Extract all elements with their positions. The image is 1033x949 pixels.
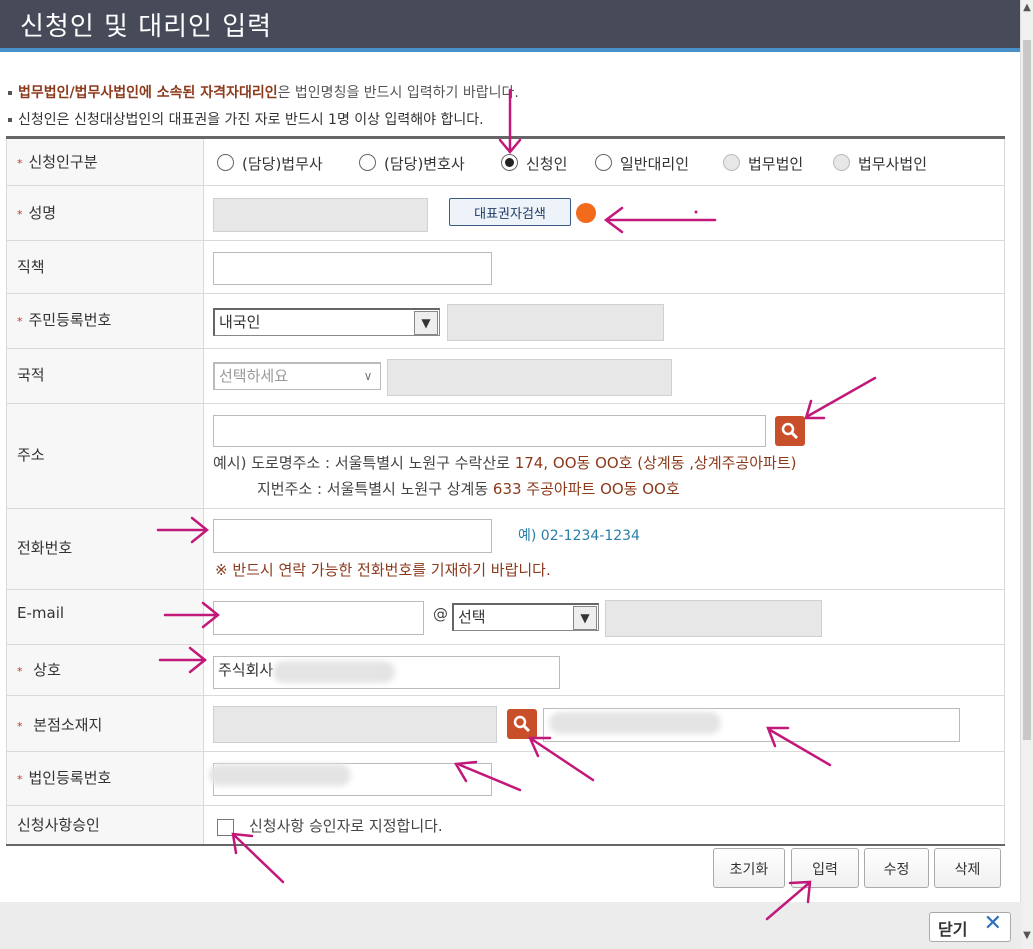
nationality-input [387, 359, 672, 396]
label-email: E-mail [6, 590, 204, 644]
label-position: 직책 [6, 241, 204, 293]
scrollbar-thumb[interactable] [1023, 40, 1031, 740]
row-company: * 상호 주식회사 [6, 645, 1005, 696]
label-corp-reg-no: * 법인등록번호 [6, 752, 204, 805]
address-example-lot: 지번주소 : 서울특별시 노원구 상계동 633 주공아파트 OO동 OO호 [257, 480, 680, 498]
email-domain-input[interactable] [605, 600, 822, 637]
email-local-input[interactable] [213, 601, 424, 635]
edit-button[interactable]: 수정 [864, 848, 929, 888]
submit-button[interactable]: 입력 [791, 848, 859, 888]
row-resident-no: * 주민등록번호 내국인 ▼ [6, 294, 1005, 349]
radio-general-agent[interactable]: 일반대리인 [595, 153, 689, 174]
window-title: 신청인 및 대리인 입력 [20, 12, 273, 42]
phone-input[interactable] [213, 519, 492, 553]
row-address: 주소 예시) 도로명주소 : 서울특별시 노원구 수락산로 174, OO동 O… [6, 404, 1005, 509]
row-corp-reg-no: * 법인등록번호 [6, 752, 1005, 806]
email-domain-select[interactable]: 선택 ▼ [452, 603, 599, 631]
label-phone: 전화번호 [6, 509, 204, 589]
status-dot-icon [576, 203, 596, 223]
scroll-down-icon[interactable]: ▼ [1021, 930, 1033, 941]
radio-circle-icon [217, 154, 234, 171]
label-applicant-type: * 신청인구분 [6, 139, 204, 185]
row-name: * 성명 대표권자검색 [6, 186, 1005, 241]
row-position: 직책 [6, 241, 1005, 294]
radio-law-firm: 법무법인 [723, 153, 803, 174]
representative-search-button[interactable]: 대표권자검색 [449, 198, 571, 226]
search-icon [781, 422, 799, 440]
row-email: E-mail @ 선택 ▼ [6, 590, 1005, 645]
nationality-select: 선택하세요 ∨ [213, 362, 381, 390]
radio-applicant[interactable]: 신청인 [501, 153, 567, 174]
chevron-down-icon: ▼ [414, 311, 438, 335]
chevron-down-icon: ∨ [357, 365, 379, 387]
row-headoffice: * 본점소재지 [6, 696, 1005, 752]
row-phone: 전화번호 예) 02-1234-1234 ※ 반드시 연락 가능한 전화번호를 … [6, 509, 1005, 590]
window-titlebar: 신청인 및 대리인 입력 [0, 0, 1021, 52]
address-input[interactable] [213, 415, 766, 447]
resident-no-input[interactable] [447, 304, 664, 341]
name-input[interactable] [213, 198, 428, 232]
phone-note: ※ 반드시 연락 가능한 전화번호를 기재하기 바랍니다. [215, 561, 551, 579]
row-nationality: 국적 선택하세요 ∨ [6, 349, 1005, 404]
headoffice-zip-input[interactable] [213, 706, 497, 743]
chevron-down-icon: ▼ [573, 606, 597, 630]
redacted-blur [273, 661, 395, 683]
label-approval: 신청사항승인 [6, 806, 204, 844]
radio-disabled-icon [723, 154, 740, 171]
address-example-road: 예시) 도로명주소 : 서울특별시 노원구 수락산로 174, OO동 OO호 … [213, 454, 797, 472]
notice-corporate: 법무법인/법무사법인에 소속된 자격자대리인은 법인명칭을 반드시 입력하기 바… [8, 82, 519, 102]
label-name: * 성명 [6, 186, 204, 240]
address-search-button[interactable] [775, 416, 805, 446]
label-company: * 상호 [6, 645, 204, 695]
row-approval: 신청사항승인 신청사항 승인자로 지정합니다. [6, 806, 1005, 844]
approval-checkbox-label: 신청사항 승인자로 지정합니다. [249, 817, 443, 835]
redacted-blur [209, 764, 351, 786]
radio-circle-icon [595, 154, 612, 171]
footer-bar: 닫기 ✕ [0, 902, 1021, 949]
phone-example: 예) 02-1234-1234 [518, 528, 640, 544]
row-applicant-type: * 신청인구분 (담당)법무사 (담당)변호사 신청인 일반대리인 법무법인 법무… [6, 139, 1005, 186]
label-resident-no: * 주민등록번호 [6, 294, 204, 348]
notice-applicant: 신청인은 신청대상법인의 대표권을 가진 자로 반드시 1명 이상 입력해야 합… [8, 109, 484, 129]
label-address: 주소 [6, 404, 204, 508]
delete-button[interactable]: 삭제 [934, 848, 1001, 888]
close-icon: ✕ [983, 911, 1002, 936]
scroll-up-icon[interactable]: ▲ [1021, 2, 1033, 13]
email-at-sign: @ [433, 605, 448, 623]
search-icon [513, 715, 531, 733]
radio-beopmusa-firm: 법무사법인 [833, 153, 927, 174]
approval-checkbox[interactable] [217, 819, 234, 836]
resident-type-select[interactable]: 내국인 ▼ [213, 308, 440, 336]
radio-selected-icon [501, 154, 518, 171]
redacted-blur [549, 712, 721, 734]
applicant-form: * 신청인구분 (담당)법무사 (담당)변호사 신청인 일반대리인 법무법인 법무… [6, 136, 1005, 846]
label-nationality: 국적 [6, 349, 204, 403]
label-headoffice: * 본점소재지 [6, 696, 204, 751]
vertical-scrollbar[interactable]: ▲ ▼ [1020, 0, 1033, 949]
radio-beopmusa[interactable]: (담당)법무사 [217, 153, 323, 174]
position-input[interactable] [213, 252, 492, 285]
radio-lawyer[interactable]: (담당)변호사 [359, 153, 465, 174]
reset-button[interactable]: 초기화 [713, 848, 785, 888]
radio-circle-icon [359, 154, 376, 171]
headoffice-search-button[interactable] [507, 709, 537, 739]
close-button[interactable]: 닫기 ✕ [929, 911, 1011, 942]
radio-disabled-icon [833, 154, 850, 171]
